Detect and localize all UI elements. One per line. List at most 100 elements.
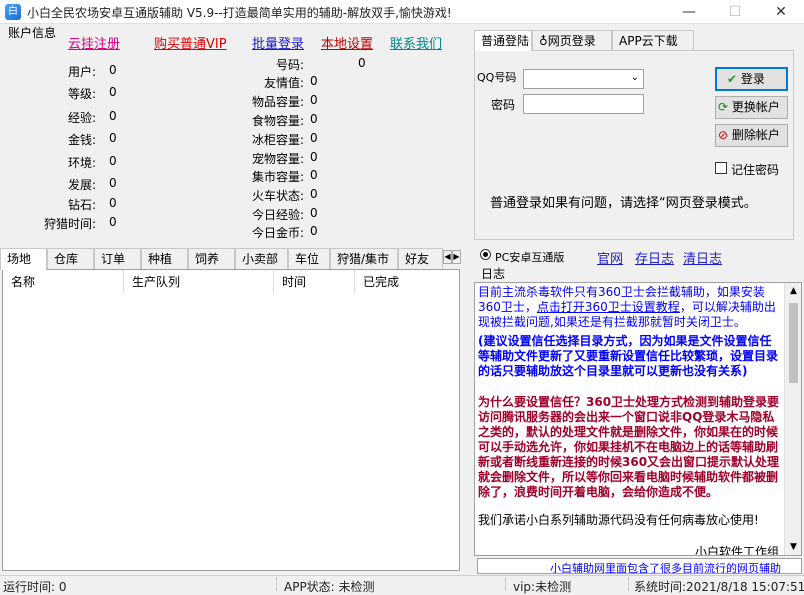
account-field-value: 0	[310, 112, 318, 126]
account-field-value: 0	[109, 176, 117, 190]
account-field-label: 物品容量:	[251, 95, 304, 109]
prohibited-icon: ⊘	[718, 128, 729, 142]
account-field-label: 用户:	[67, 65, 96, 79]
account-field-row: 冰柜容量: 0	[200, 131, 380, 147]
password-field[interactable]	[523, 94, 644, 114]
account-field-value: 0	[358, 56, 366, 70]
account-field-label: 今日金币:	[251, 226, 304, 240]
log-scrollbar[interactable]: ▲ ▼	[784, 283, 801, 555]
link-batch-login[interactable]: 批量登录	[252, 33, 304, 52]
account-field-label: 等级:	[67, 87, 96, 101]
tab-bottom[interactable]: 好友	[398, 248, 443, 269]
account-field-value: 0	[310, 187, 318, 201]
tab-bottom[interactable]: 仓库	[47, 248, 94, 269]
account-field-label: 金钱:	[67, 133, 96, 147]
tab-bottom[interactable]: 狩猎/集市	[330, 248, 398, 269]
status-divider	[628, 577, 629, 591]
login-panel: 普通登陆 ♁网页登录 APP云下载 QQ号码 ⌄ 密码 ✔ 登录 ⟳ 更换帐户 …	[474, 30, 794, 240]
link-buy-vip[interactable]: 购买普通VIP	[154, 33, 227, 52]
account-field-row: 金钱: 0	[0, 131, 140, 147]
account-field-label: 集市容量:	[251, 170, 304, 184]
link-save-log[interactable]: 存日志	[635, 248, 674, 267]
production-list[interactable]: 名称 生产队列 时间 已完成	[2, 269, 460, 571]
bottom-tabstrip: 场地 仓库 订单 种植 饲养 小卖部 车位 狩猎/集市 好友 ◀ ▶	[0, 248, 462, 270]
check-icon: ✔	[727, 72, 738, 86]
log-entry-promise: 我们承诺小白系列辅助源代码没有任何病毒放心使用!	[478, 513, 759, 527]
link-clear-log[interactable]: 清日志	[683, 248, 722, 267]
status-app: APP状态: 未检测	[284, 580, 375, 594]
tab-bottom[interactable]: 种植	[141, 248, 188, 269]
tab-scroll-left-icon[interactable]: ◀	[443, 250, 452, 264]
account-field-value: 0	[109, 154, 117, 168]
maximize-button[interactable]: ☐	[712, 0, 758, 24]
link-local-settings[interactable]: 本地设置	[321, 33, 373, 52]
account-field-row: 狩猎时间: 0	[0, 215, 140, 231]
account-info-group: 账户信息 云挂注册 购买普通VIP 批量登录 本地设置 联系我们 用户: 0 等级:…	[0, 24, 472, 246]
log-entry-antivirus: 目前主流杀毒软件只有360卫士会拦截辅助，如果安装360卫士，点击打开360卫士…	[478, 285, 780, 330]
log-textbox[interactable]: 目前主流杀毒软件只有360卫士会拦截辅助，如果安装360卫士，点击打开360卫士…	[474, 282, 802, 556]
column-header-completed[interactable]: 已完成	[355, 270, 459, 294]
tab-bottom[interactable]: 饲养	[188, 248, 235, 269]
close-button[interactable]: ✕	[758, 0, 804, 24]
scroll-down-icon[interactable]: ▼	[785, 539, 801, 555]
account-field-value: 0	[310, 206, 318, 220]
log-title: 日志	[481, 267, 506, 281]
tab-bottom[interactable]: 车位	[288, 248, 330, 269]
account-field-row: 等级: 0	[0, 85, 140, 101]
delete-account-button[interactable]: ⊘ 删除帐户	[715, 124, 788, 147]
account-field-label: 食物容量:	[251, 114, 304, 128]
app-icon: 白	[5, 4, 21, 20]
account-field-label: 狩猎时间:	[43, 217, 96, 231]
refresh-icon: ⟳	[718, 100, 729, 114]
account-field-value: 0	[109, 131, 117, 145]
login-button[interactable]: ✔ 登录	[715, 67, 788, 91]
tab-normal-login[interactable]: 普通登陆	[474, 30, 532, 51]
tab-bottom[interactable]: 订单	[94, 248, 141, 269]
column-header-queue[interactable]: 生产队列	[124, 270, 274, 294]
tab-scroll-right-icon[interactable]: ▶	[452, 250, 461, 264]
pc-android-label: PC安卓互通版	[495, 251, 565, 264]
remember-password-label: 记住密码	[731, 163, 780, 177]
account-field-label: 钻石:	[67, 198, 96, 212]
chevron-down-icon[interactable]: ⌄	[631, 72, 639, 83]
account-field-row: 宠物容量: 0	[200, 150, 380, 166]
column-header-name[interactable]: 名称	[3, 270, 124, 294]
account-field-value: 0	[310, 131, 318, 145]
account-field-row: 环境: 0	[0, 154, 140, 170]
account-field-label: 火车状态:	[251, 189, 304, 203]
status-bar: 运行时间: 0 APP状态: 未检测 vip:未检测 系统时间:2021/8/1…	[0, 575, 804, 594]
tab-bottom[interactable]: 场地	[0, 248, 47, 270]
scroll-thumb[interactable]	[789, 303, 798, 383]
pc-android-radio[interactable]	[480, 249, 491, 260]
link-360-tutorial[interactable]: 点击打开360卫士设置教程	[537, 300, 680, 314]
switch-account-button[interactable]: ⟳ 更换帐户	[715, 96, 788, 119]
status-run-time: 运行时间: 0	[3, 580, 67, 594]
account-field-value: 0	[109, 63, 117, 77]
link-contact-us[interactable]: 联系我们	[390, 33, 442, 52]
minimize-button[interactable]: —	[666, 0, 712, 24]
link-cloud-register[interactable]: 云挂注册	[68, 33, 120, 52]
account-field-row: 火车状态: 0	[200, 187, 380, 203]
tab-app-download[interactable]: APP云下载	[612, 30, 694, 51]
account-field-row: 今日金币: 0	[200, 224, 380, 240]
account-field-value: 0	[310, 224, 318, 238]
tab-bottom[interactable]: 小卖部	[235, 248, 288, 269]
log-entry-why-trust: 为什么要设置信任？360卫士处理方式检测到辅助登录要访问腾讯服务器的会出来一个窗…	[478, 395, 780, 499]
account-field-label: 友情值:	[263, 76, 304, 90]
account-field-row: 号码: 0	[200, 56, 380, 72]
link-official-site[interactable]: 官网	[597, 248, 623, 267]
account-field-value: 0	[310, 168, 318, 182]
remember-password-checkbox[interactable]	[715, 162, 727, 174]
marquee-text: 小白辅助网里面包含了很多目前流行的网页辅助	[550, 562, 781, 574]
qq-number-combobox[interactable]: ⌄	[523, 69, 644, 89]
account-field-value: 0	[310, 74, 318, 88]
status-divider	[505, 577, 506, 591]
column-header-time[interactable]: 时间	[274, 270, 355, 294]
account-field-row: 钻石: 0	[0, 196, 140, 212]
scroll-up-icon[interactable]: ▲	[785, 283, 801, 299]
account-field-row: 友情值: 0	[200, 74, 380, 90]
account-field-label: 冰柜容量:	[251, 133, 304, 147]
status-divider	[276, 577, 277, 591]
account-field-value: 0	[109, 196, 117, 210]
tab-web-login[interactable]: ♁网页登录	[532, 30, 612, 51]
